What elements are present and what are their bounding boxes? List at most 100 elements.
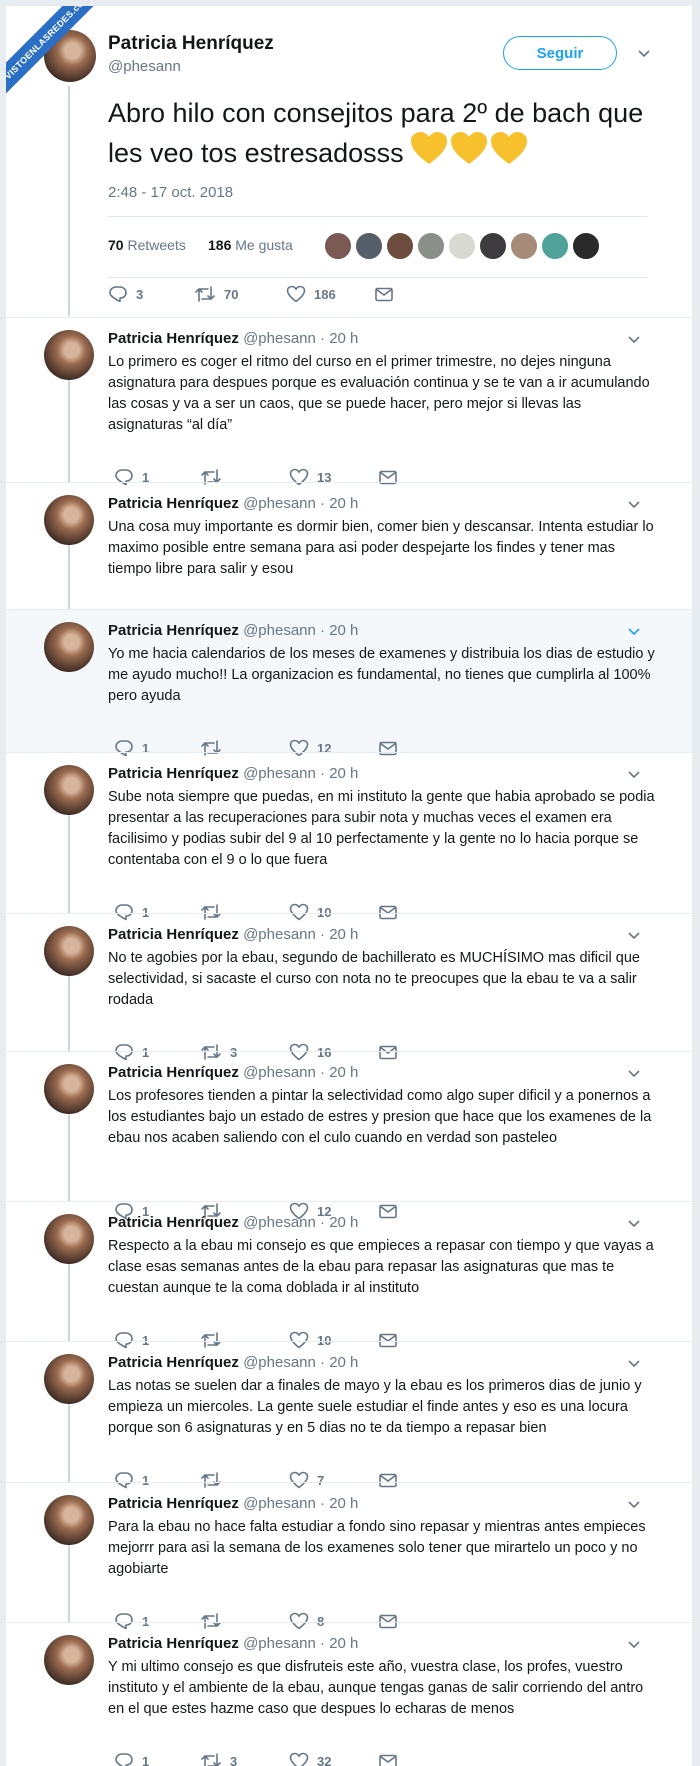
liker-avatar[interactable] xyxy=(479,232,507,260)
author-name[interactable]: Patricia Henríquez xyxy=(108,1354,239,1371)
tweet-text: Y mi ultimo consejo es que disfruteis es… xyxy=(108,1659,644,1717)
avatar[interactable] xyxy=(44,926,94,976)
reply-tweet[interactable]: Patricia Henríquez @phesann · 20 h No te… xyxy=(6,913,692,1061)
author-handle[interactable]: @phesann xyxy=(108,58,181,75)
liker-avatar[interactable] xyxy=(386,232,414,260)
likes-stat[interactable]: 186 Me gusta xyxy=(208,237,293,253)
chevron-down-icon[interactable] xyxy=(628,1641,640,1651)
author-name[interactable]: Patricia Henríquez xyxy=(108,926,239,943)
dot-separator: · xyxy=(320,330,326,347)
author-handle[interactable]: @phesann xyxy=(243,1635,316,1652)
chevron-down-icon[interactable] xyxy=(628,932,640,942)
avatar[interactable] xyxy=(44,1495,94,1545)
reply-tweet[interactable]: Patricia Henríquez @phesann · 20 h Para … xyxy=(6,1482,692,1630)
chevron-down-icon[interactable] xyxy=(628,501,640,511)
author-handle[interactable]: @phesann xyxy=(243,330,316,347)
tweet-text: Sube nota siempre que puedas, en mi inst… xyxy=(108,789,655,868)
dot-separator: · xyxy=(320,1495,326,1512)
tweet-time[interactable]: 20 h xyxy=(329,330,358,347)
author-handle[interactable]: @phesann xyxy=(243,495,316,512)
chevron-down-icon[interactable] xyxy=(628,336,640,346)
tweet-thread-card: VISTOENLASREDES.com Patricia Henríquez @… xyxy=(6,6,692,1766)
author-handle[interactable]: @phesann xyxy=(243,1495,316,1512)
tweet-time[interactable]: 20 h xyxy=(329,1635,358,1652)
reply-tweet[interactable]: Patricia Henríquez @phesann · 20 h Lo pr… xyxy=(6,317,692,486)
reply-tweet[interactable]: Patricia Henríquez @phesann · 20 h Y mi … xyxy=(6,1622,692,1766)
avatar[interactable] xyxy=(44,1214,94,1264)
dot-separator: · xyxy=(320,622,326,639)
follow-button[interactable]: Seguir xyxy=(503,36,617,70)
avatar[interactable] xyxy=(44,1064,94,1114)
reply-icon xyxy=(108,284,128,307)
liker-avatar[interactable] xyxy=(417,232,445,260)
tweet-text: No te agobies por la ebau, segundo de ba… xyxy=(108,950,640,1008)
author-name[interactable]: Patricia Henríquez xyxy=(108,1064,239,1081)
tweet-timestamp[interactable]: 2:48 - 17 oct. 2018 xyxy=(108,184,233,201)
chevron-down-icon[interactable] xyxy=(628,1220,640,1230)
chevron-down-icon[interactable] xyxy=(628,1501,640,1511)
tweet-time[interactable]: 20 h xyxy=(329,1495,358,1512)
reply-button[interactable]: 3 xyxy=(108,284,168,304)
reply-icon xyxy=(114,1751,134,1766)
author-name[interactable]: Patricia Henríquez xyxy=(108,622,239,639)
like-button[interactable]: 186 xyxy=(286,284,356,304)
retweets-count: 70 xyxy=(108,237,124,253)
chevron-down-icon[interactable] xyxy=(628,1070,640,1080)
chevron-down-icon[interactable] xyxy=(628,1360,640,1370)
tweet-time[interactable]: 20 h xyxy=(329,1354,358,1371)
author-name[interactable]: Patricia Henríquez xyxy=(108,1635,239,1652)
author-handle[interactable]: @phesann xyxy=(243,622,316,639)
tweet-time[interactable]: 20 h xyxy=(329,495,358,512)
tweet-time[interactable]: 20 h xyxy=(329,1064,358,1081)
reply-tweet[interactable]: Patricia Henríquez @phesann · 20 h Las n… xyxy=(6,1341,692,1489)
author-handle[interactable]: @phesann xyxy=(243,765,316,782)
author-name[interactable]: Patricia Henríquez xyxy=(108,495,239,512)
reply-button[interactable]: 1 xyxy=(114,1751,164,1766)
message-button[interactable] xyxy=(378,1751,402,1766)
avatar[interactable] xyxy=(44,495,94,545)
author-name[interactable]: Patricia Henríquez xyxy=(108,1214,239,1231)
tweet-text: Las notas se suelen dar a finales de may… xyxy=(108,1378,642,1436)
author-name[interactable]: Patricia Henríquez xyxy=(108,33,274,55)
author-name[interactable]: Patricia Henríquez xyxy=(108,765,239,782)
author-handle[interactable]: @phesann xyxy=(243,1214,316,1231)
tweet-time[interactable]: 20 h xyxy=(329,765,358,782)
reply-tweet[interactable]: Patricia Henríquez @phesann · 20 h Yo me… xyxy=(6,609,692,757)
author-handle[interactable]: @phesann xyxy=(243,1064,316,1081)
author-handle[interactable]: @phesann xyxy=(243,926,316,943)
retweets-stat[interactable]: 70 Retweets xyxy=(108,237,186,253)
avatar[interactable] xyxy=(44,765,94,815)
avatar[interactable] xyxy=(44,330,94,380)
liker-avatar[interactable] xyxy=(448,232,476,260)
tweet-time[interactable]: 20 h xyxy=(329,1214,358,1231)
liker-avatar[interactable] xyxy=(510,232,538,260)
author-name[interactable]: Patricia Henríquez xyxy=(108,1495,239,1512)
reply-tweet[interactable]: Patricia Henríquez @phesann · 20 h Una c… xyxy=(6,482,692,630)
avatar[interactable] xyxy=(44,1354,94,1404)
retweet-count: 70 xyxy=(224,287,239,302)
avatar[interactable] xyxy=(44,1635,94,1685)
avatar[interactable] xyxy=(44,622,94,672)
author-name[interactable]: Patricia Henríquez xyxy=(108,330,239,347)
tweet-header: Patricia Henríquez @phesann · 20 h xyxy=(108,1214,358,1231)
tweet-header: Patricia Henríquez @phesann · 20 h xyxy=(108,495,358,512)
tweet-time[interactable]: 20 h xyxy=(329,622,358,639)
reply-tweet[interactable]: Patricia Henríquez @phesann · 20 h Sube … xyxy=(6,752,692,921)
liker-avatar[interactable] xyxy=(324,232,352,260)
liker-avatar[interactable] xyxy=(572,232,600,260)
thread-line xyxy=(68,86,70,316)
message-button[interactable] xyxy=(374,284,398,304)
like-button[interactable]: 32 xyxy=(289,1751,349,1766)
retweet-button[interactable]: 70 xyxy=(194,284,254,304)
tweet-text: Respecto a la ebau mi consejo es que emp… xyxy=(108,1238,654,1296)
reply-tweet[interactable]: Patricia Henríquez @phesann · 20 h Los p… xyxy=(6,1051,692,1220)
tweet-time[interactable]: 20 h xyxy=(329,926,358,943)
retweet-button[interactable]: 3 xyxy=(200,1751,250,1766)
author-handle[interactable]: @phesann xyxy=(243,1354,316,1371)
chevron-down-icon[interactable] xyxy=(628,628,640,638)
chevron-down-icon[interactable] xyxy=(638,50,650,60)
reply-tweet[interactable]: Patricia Henríquez @phesann · 20 h Respe… xyxy=(6,1201,692,1349)
liker-avatar[interactable] xyxy=(355,232,383,260)
liker-avatar[interactable] xyxy=(541,232,569,260)
chevron-down-icon[interactable] xyxy=(628,771,640,781)
